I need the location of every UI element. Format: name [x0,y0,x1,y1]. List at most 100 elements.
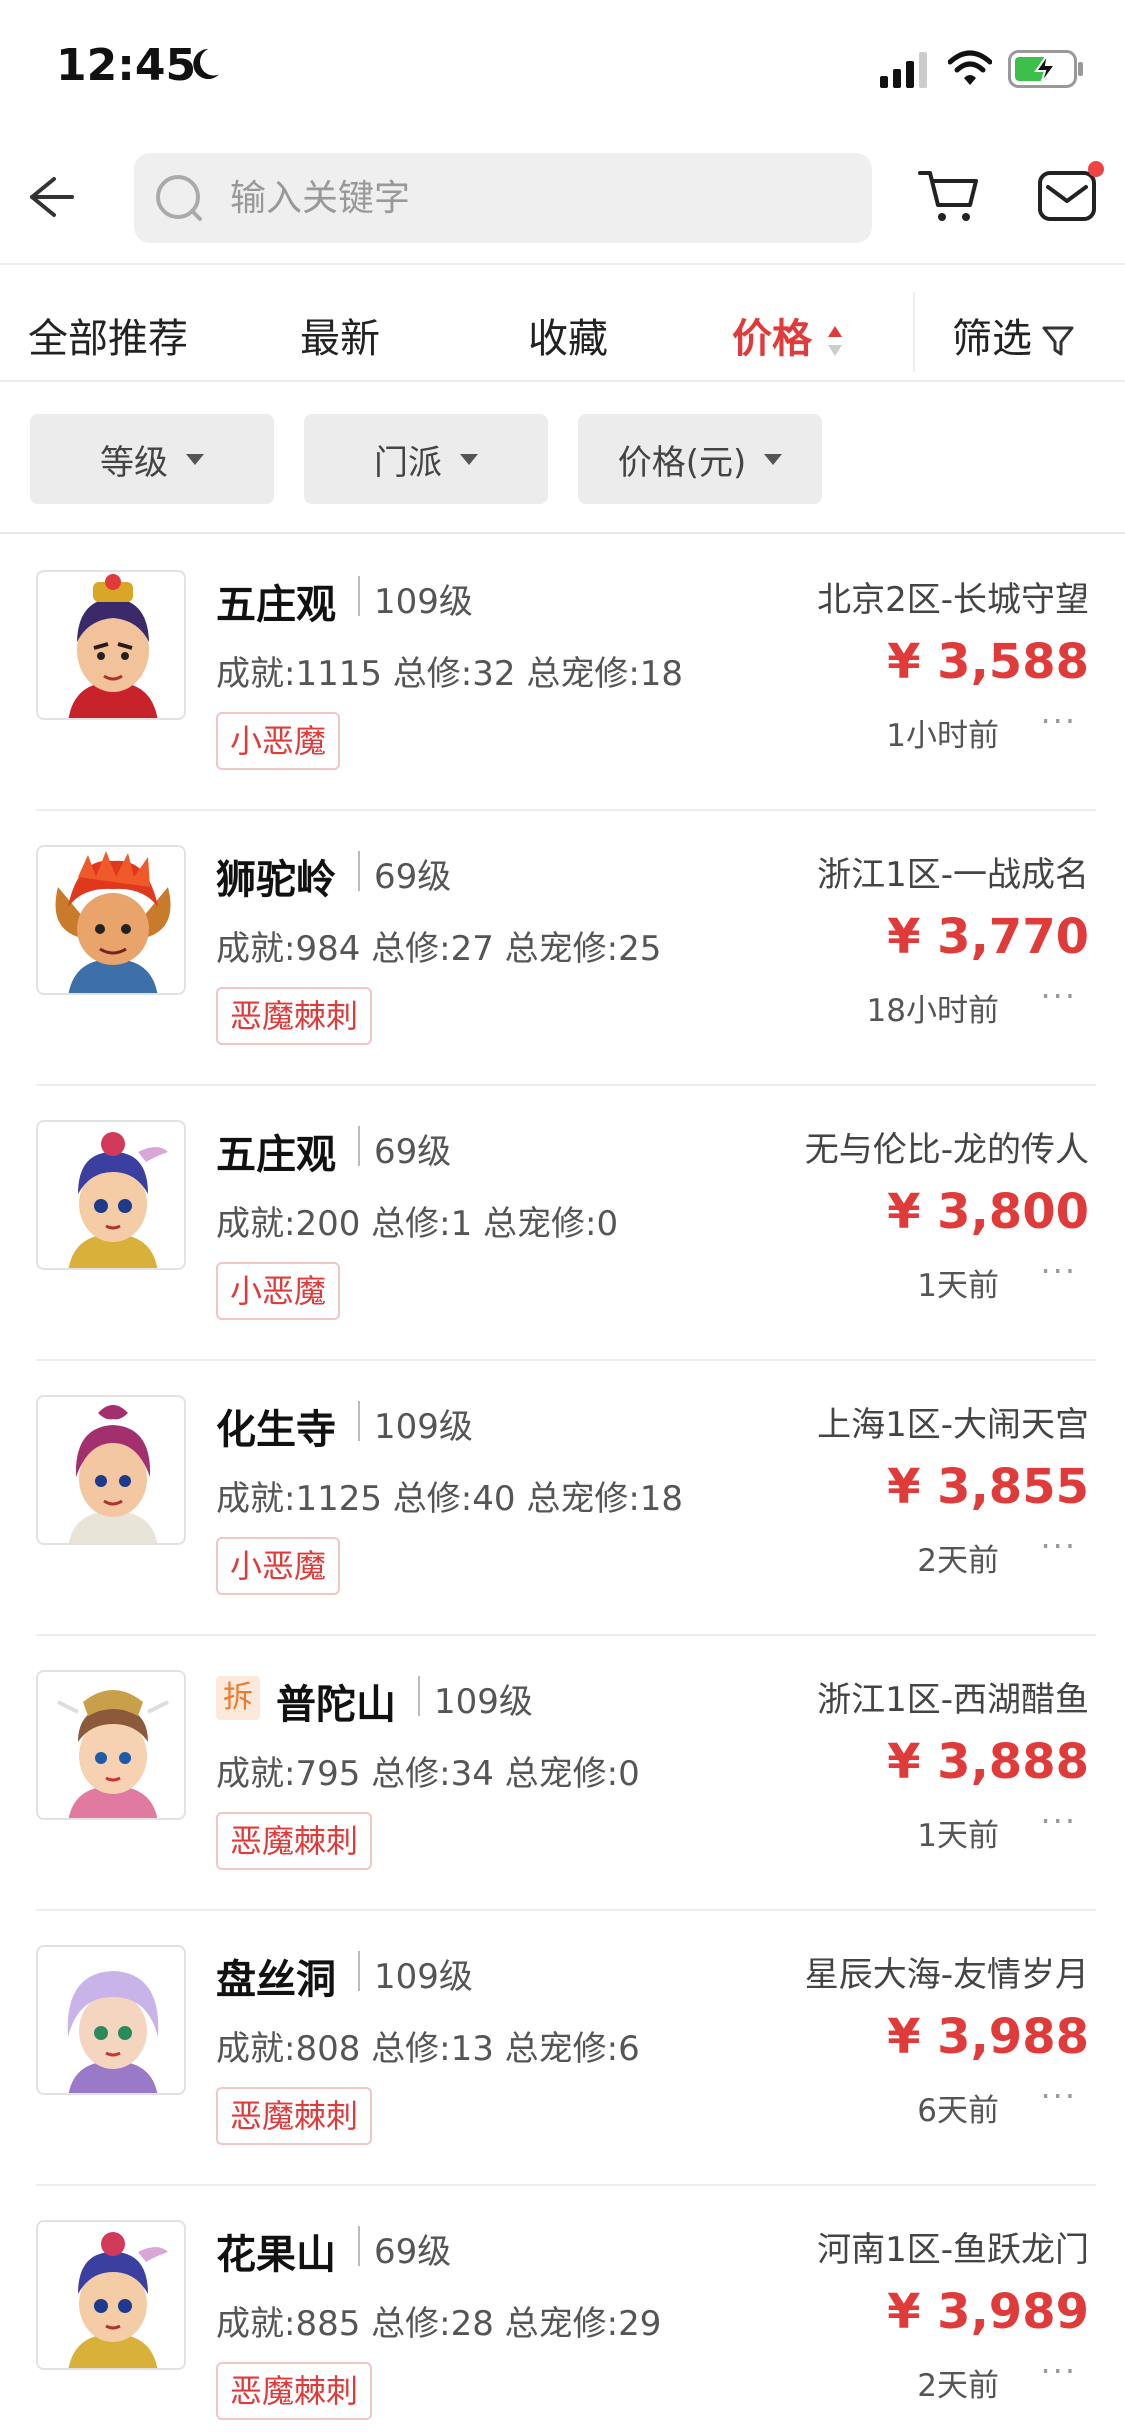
listing-price: ¥ 3,855 [887,1459,1089,1515]
more-options-icon[interactable]: ··· [1040,1527,1077,1565]
appearance-tag: 恶魔棘刺 [216,987,373,1045]
more-options-icon[interactable]: ··· [1040,977,1077,1015]
cart-icon[interactable] [918,165,980,227]
sort-tabs: 全部推荐 最新 收藏 价格 筛选 [0,282,1125,382]
character-avatar [36,2220,186,2370]
character-stats: 成就:1115 总修:32 总宠修:18 [216,654,684,694]
character-avatar [36,570,186,720]
character-level: 109级 [374,582,473,622]
level-divider [358,851,360,891]
school-name: 狮驼岭 [216,857,336,903]
server-name: 浙江1区-一战成名 [817,855,1089,895]
appearance-tag: 恶魔棘刺 [216,1812,373,1870]
more-options-icon[interactable]: ··· [1040,1802,1077,1840]
listing-item[interactable]: 盘丝洞 109级 成就:808 总修:13 总宠修:6 恶魔棘刺 星辰大海-友情… [0,1911,1125,2186]
listed-time: 2天前 [917,2368,999,2404]
search-bar[interactable] [134,153,872,243]
moon-icon [193,48,219,79]
tab-newest[interactable]: 最新 [300,306,380,364]
listing-price: ¥ 3,989 [887,2284,1089,2340]
character-avatar [36,845,186,995]
character-stats: 成就:984 总修:27 总宠修:25 [216,929,662,969]
listing-price: ¥ 3,888 [887,1734,1089,1790]
filter-funnel-icon [1042,326,1074,356]
character-level: 109级 [434,1682,533,1722]
cellular-signal-icon [880,52,927,88]
dropdown-arrow-icon [764,453,783,465]
more-options-icon[interactable]: ··· [1040,702,1077,740]
school-name: 普陀山 [276,1682,396,1728]
listed-time: 1小时前 [886,718,999,754]
level-divider [358,576,360,616]
back-arrow-icon[interactable] [18,167,78,227]
search-icon [156,175,202,221]
appearance-tag: 小恶魔 [216,1537,341,1595]
filter-level-dropdown[interactable]: 等级 [30,414,274,504]
status-bar: 12:45 [0,0,1125,135]
battery-charging-icon [1008,50,1083,88]
character-level: 109级 [374,1957,473,1997]
search-input[interactable] [230,153,850,243]
level-divider [418,1676,420,1716]
filter-school-dropdown[interactable]: 门派 [304,414,548,504]
tab-divider [913,292,915,372]
listing-item[interactable]: 五庄观 69级 成就:200 总修:1 总宠修:0 小恶魔 无与伦比-龙的传人 … [0,1086,1125,1361]
listing-item[interactable]: 花果山 69级 成就:885 总修:28 总宠修:29 恶魔棘刺 河南1区-鱼跃… [0,2186,1125,2436]
character-avatar [36,1670,186,1820]
school-name: 花果山 [216,2232,336,2278]
school-name: 盘丝洞 [216,1957,336,2003]
split-badge: 拆 [216,1676,260,1720]
school-name: 化生寺 [216,1407,336,1453]
tab-filter[interactable]: 筛选 [952,306,1074,364]
listing-item[interactable]: 五庄观 109级 成就:1115 总修:32 总宠修:18 小恶魔 北京2区-长… [0,536,1125,811]
notification-dot [1088,161,1104,177]
character-portrait-icon [68,1405,158,1543]
server-name: 无与伦比-龙的传人 [804,1130,1089,1170]
character-stats: 成就:808 总修:13 总宠修:6 [216,2029,640,2069]
character-avatar [36,1945,186,2095]
server-name: 浙江1区-西湖醋鱼 [817,1680,1089,1720]
character-level: 109级 [374,1407,473,1447]
appearance-tag: 恶魔棘刺 [216,2362,373,2420]
appearance-tag: 小恶魔 [216,1262,341,1320]
level-divider [358,2226,360,2266]
listing-item[interactable]: 拆 普陀山 109级 成就:795 总修:34 总宠修:0 恶魔棘刺 浙江1区-… [0,1636,1125,1911]
tab-favorites[interactable]: 收藏 [528,306,608,364]
character-avatar [36,1120,186,1270]
character-level: 69级 [374,1132,452,1172]
more-options-icon[interactable]: ··· [1040,2352,1077,2390]
search-header [0,135,1125,265]
listed-time: 6天前 [917,2093,999,2129]
listing-item[interactable]: 化生寺 109级 成就:1125 总修:40 总宠修:18 小恶魔 上海1区-大… [0,1361,1125,1636]
wifi-icon [948,50,992,85]
character-portrait-icon [55,851,171,993]
character-stats: 成就:200 总修:1 总宠修:0 [216,1204,619,1244]
school-name: 五庄观 [216,1132,336,1178]
tab-recommended[interactable]: 全部推荐 [28,306,188,364]
listing-item[interactable]: 狮驼岭 69级 成就:984 总修:27 总宠修:25 恶魔棘刺 浙江1区-一战… [0,811,1125,1086]
filter-school-label: 门派 [374,442,442,483]
character-portrait-icon [68,574,158,718]
listing-price: ¥ 3,588 [887,634,1089,690]
character-portrait-icon [67,1971,159,2093]
more-options-icon[interactable]: ··· [1040,1252,1077,1290]
school-name: 五庄观 [216,582,336,628]
listing-price: ¥ 3,770 [887,909,1089,965]
character-avatar [36,1395,186,1545]
filter-price-label: 价格(元) [617,442,747,483]
character-level: 69级 [374,2232,452,2272]
level-divider [358,1126,360,1166]
character-portrait-icon [68,1132,168,1268]
listing-price: ¥ 3,800 [887,1184,1089,1240]
listed-time: 18小时前 [866,993,999,1029]
tab-price[interactable]: 价格 [732,306,844,364]
appearance-tag: 小恶魔 [216,712,341,770]
listed-time: 1天前 [917,1268,999,1304]
level-divider [358,1951,360,1991]
listed-time: 1天前 [917,1818,999,1854]
message-button[interactable] [1036,161,1104,227]
level-divider [358,1401,360,1441]
more-options-icon[interactable]: ··· [1040,2077,1077,2115]
dropdown-arrow-icon [186,453,204,465]
filter-price-dropdown[interactable]: 价格(元) [578,414,822,504]
